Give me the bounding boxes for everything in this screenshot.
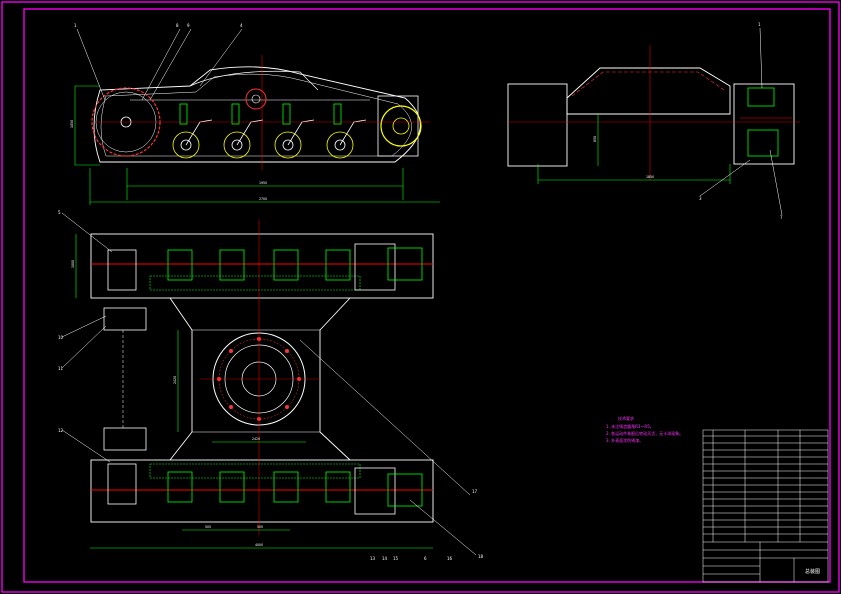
notes-line-2: 2. 各运动件装配后转动灵活，无卡滞现象。 — [606, 430, 683, 436]
callout-right-7: 7 — [780, 215, 783, 220]
outer-frame — [1, 1, 840, 593]
side-view — [74, 28, 440, 205]
callout-plan-6: 6 — [424, 556, 427, 561]
dim-plan-overall: 4000 — [255, 543, 263, 547]
callout-plan-10: 10 — [58, 335, 64, 340]
callout-plan-11: 11 — [58, 366, 64, 371]
cad-drawing: 1 8 9 4 1 3 7 5 10 11 12 13 14 15 6 16 1… — [1, 1, 840, 593]
callout-plan-18: 18 — [478, 554, 484, 559]
callout-plan-14: 14 — [382, 556, 388, 561]
callout-right-3: 3 — [699, 196, 702, 201]
dim-plan-gauge: 2420 — [173, 376, 177, 384]
notes-line-3: 3. 外表面涂防锈漆。 — [606, 437, 643, 443]
callout-right-1: 1 — [758, 22, 761, 27]
end-view — [507, 27, 800, 216]
title-block — [702, 429, 829, 583]
dim-plan-center: 2420 — [252, 437, 260, 441]
callout-plan-5: 5 — [58, 210, 61, 215]
dim-side-inner: 1950 — [259, 181, 267, 185]
plan-view — [61, 212, 477, 556]
callout-plan-12: 12 — [58, 428, 64, 433]
notes-line-1: 1. 未注铸造圆角R3～R5。 — [606, 423, 654, 429]
dim-end-height: 850 — [593, 136, 597, 142]
callout-top-1: 1 — [74, 23, 77, 28]
dim-side-height: 1050 — [70, 120, 74, 128]
dim-plan-track: 1000 — [71, 260, 75, 268]
dim-plan-pitch-b: 505 — [257, 525, 263, 529]
callout-top-9: 9 — [187, 23, 190, 28]
dim-end-width: 1850 — [646, 175, 654, 179]
notes-heading: 技术要求 — [618, 415, 634, 421]
dim-plan-pitch-a: 505 — [205, 525, 211, 529]
callout-plan-13: 13 — [370, 556, 376, 561]
title-block-drawing-name: 总装图 — [805, 568, 820, 575]
callout-plan-16: 16 — [447, 556, 453, 561]
callout-top-8: 8 — [176, 23, 179, 28]
dim-side-overall: 2700 — [259, 197, 267, 201]
callout-top-4: 4 — [240, 23, 243, 28]
callout-plan-17: 17 — [472, 489, 478, 494]
callout-plan-15: 15 — [393, 556, 399, 561]
